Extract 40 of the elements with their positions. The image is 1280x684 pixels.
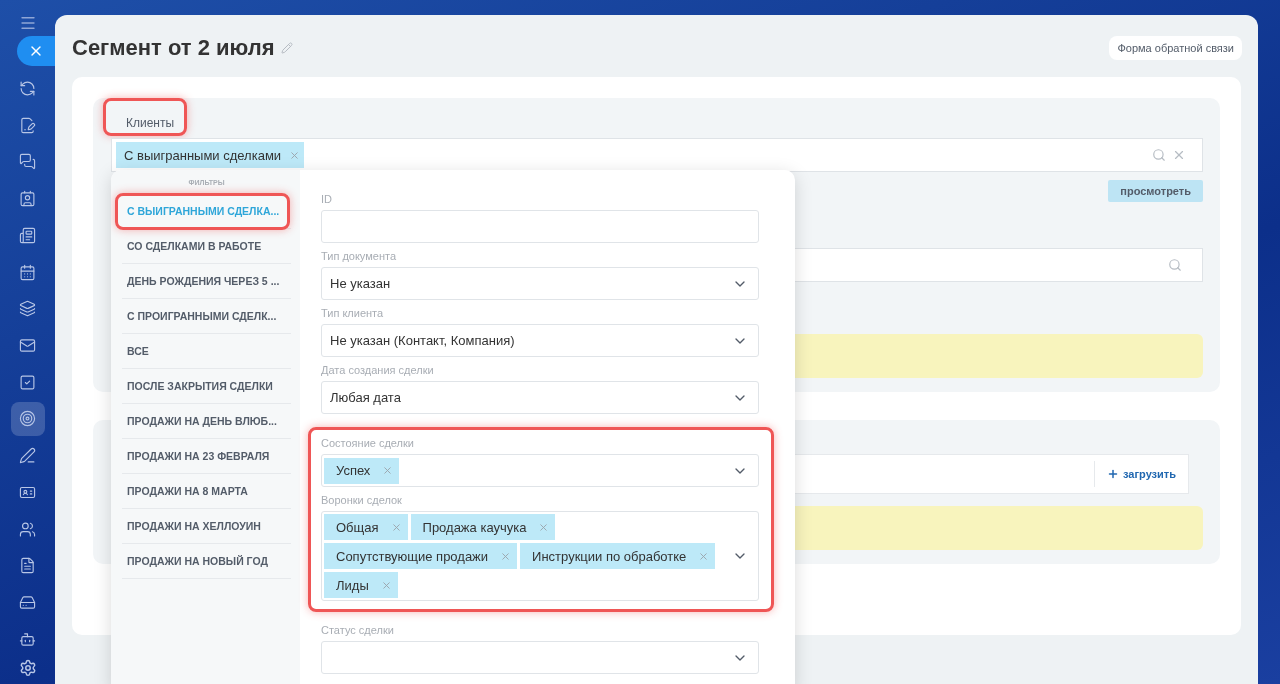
close-button[interactable] [17, 35, 55, 66]
tag: С выигранными сделками [116, 142, 305, 168]
tag-select-field[interactable]: Успех [321, 454, 759, 487]
target-icon[interactable] [10, 402, 45, 436]
tag: Общая [324, 514, 408, 540]
field-label: Дата создания сделки [321, 363, 435, 378]
filter-item[interactable]: ПРОДАЖИ НА НОВЫЙ ГОД [127, 555, 268, 567]
tag: Инструкции по обработке [520, 543, 716, 569]
filter-item[interactable]: ДЕНЬ РОЖДЕНИЯ ЧЕРЕЗ 5 ... [127, 275, 280, 287]
section-label: Клиенты [126, 116, 175, 130]
field-label: Тип документа [321, 249, 398, 264]
select-field[interactable]: Не указан [321, 267, 759, 300]
filter-item[interactable]: С ПРОИГРАННЫМИ СДЕЛК... [127, 310, 277, 322]
filter-item[interactable]: ПРОДАЖИ НА ДЕНЬ ВЛЮБ... [127, 415, 277, 427]
tag: Сопутствующие продажи [324, 543, 518, 569]
feedback-button[interactable]: Форма обратной связи [1109, 36, 1242, 60]
page-title: Сегмент от 2 июля [72, 35, 275, 61]
filter-item[interactable]: ПРОДАЖИ НА 8 МАРТА [127, 485, 248, 497]
field-label: ID [321, 192, 333, 207]
filter-item[interactable]: ВСЕ [127, 345, 149, 357]
select-field[interactable]: Любая дата [321, 381, 759, 414]
filter-item[interactable]: ПРОДАЖИ НА ХЕЛЛОУИН [127, 520, 261, 532]
menu-icon[interactable] [18, 14, 37, 32]
select-field[interactable] [321, 641, 759, 674]
plus-icon [1107, 468, 1120, 480]
tag: Успех [324, 457, 400, 484]
filter-item[interactable]: СО СДЕЛКАМИ В РАБОТЕ [127, 240, 262, 252]
tag: Продажа каучука [410, 514, 556, 540]
input-field[interactable] [321, 210, 759, 243]
upload-button[interactable]: загрузить [1094, 461, 1188, 487]
field-label: Тип клиента [321, 306, 385, 321]
select-field[interactable]: Не указан (Контакт, Компания) [321, 324, 759, 357]
filter-item[interactable]: ПОСЛЕ ЗАКРЫТИЯ СДЕЛКИ [127, 380, 273, 392]
filter-item[interactable]: ПРОДАЖИ НА 23 ФЕВРАЛЯ [127, 450, 270, 462]
view-button[interactable]: просмотреть [1108, 180, 1203, 202]
field-label: Состояние сделки [321, 436, 415, 451]
settings-icon[interactable] [18, 659, 37, 677]
tag: Лиды [324, 572, 398, 598]
field-label: Воронки сделок [321, 493, 403, 508]
field-label: Статус сделки [321, 623, 395, 638]
